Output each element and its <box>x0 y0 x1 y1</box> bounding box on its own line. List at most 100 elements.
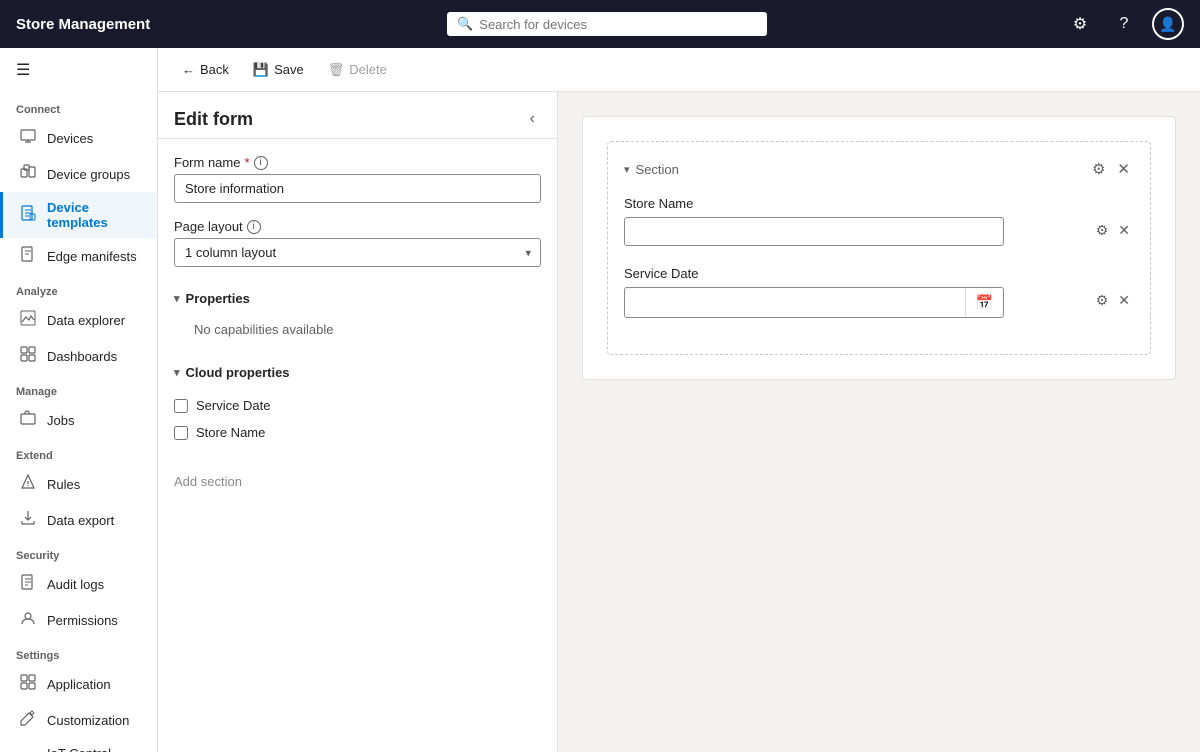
avatar[interactable]: 👤 <box>1152 8 1184 40</box>
help-icon-button[interactable]: ? <box>1108 8 1140 40</box>
device-templates-icon <box>19 205 37 225</box>
edit-form-header: Edit form ‹ <box>158 92 557 139</box>
topbar-actions: ⚙ ? 👤 <box>1064 8 1184 40</box>
devices-icon <box>19 128 37 148</box>
store-name-settings-button[interactable]: ⚙ <box>1092 220 1113 241</box>
app-title: Store Management <box>16 16 150 33</box>
content-area: Edit form ‹ Form name * i <box>158 92 1200 752</box>
service-date-field-label: Service Date <box>624 266 1080 281</box>
service-date-settings-button[interactable]: ⚙ <box>1092 290 1113 311</box>
checkbox-service-date: Service Date <box>174 392 541 419</box>
sidebar-item-data-explorer[interactable]: Data explorer <box>0 302 157 338</box>
page-layout-select[interactable]: 1 column layout 2 column layout <box>174 238 541 267</box>
sidebar-label-customization: Customization <box>47 713 129 728</box>
sidebar-item-iot-central-home[interactable]: IoT Central Home <box>0 738 157 752</box>
page-layout-label-text: Page layout <box>174 219 243 234</box>
sidebar-label-jobs: Jobs <box>47 413 74 428</box>
data-export-icon <box>19 510 37 530</box>
settings-icon-button[interactable]: ⚙ <box>1064 8 1096 40</box>
page-layout-label: Page layout i <box>174 219 541 234</box>
edit-form-panel: Edit form ‹ Form name * i <box>158 92 558 752</box>
section-block: ▾ Section ⚙ ✕ Store Name <box>607 141 1151 355</box>
delete-button[interactable]: 🗑 Delete <box>320 58 395 82</box>
search-box: 🔍 <box>447 12 767 36</box>
sidebar-section-settings: Settings <box>0 638 157 666</box>
properties-content: No capabilities available <box>174 314 541 349</box>
hamburger-menu[interactable]: ☰ <box>0 48 157 92</box>
jobs-icon <box>19 410 37 430</box>
sidebar-label-permissions: Permissions <box>47 613 118 628</box>
store-name-remove-button[interactable]: ✕ <box>1114 220 1134 241</box>
sidebar-item-device-groups[interactable]: Device groups <box>0 156 157 192</box>
back-label: Back <box>200 62 229 77</box>
sidebar-item-device-templates[interactable]: Device templates <box>0 192 157 238</box>
sidebar-section-security: Security <box>0 538 157 566</box>
search-icon: 🔍 <box>457 16 473 32</box>
close-panel-button[interactable]: ‹ <box>524 108 541 130</box>
service-date-checkbox[interactable] <box>174 399 188 413</box>
calendar-icon-button[interactable]: 📅 <box>965 288 1003 317</box>
page-layout-select-wrapper: 1 column layout 2 column layout ▾ <box>174 238 541 267</box>
service-date-field-content: Service Date 📅 <box>624 266 1080 318</box>
sidebar-section-connect: Connect <box>0 92 157 120</box>
form-name-label-text: Form name <box>174 155 240 170</box>
search-area: 🔍 <box>150 12 1064 36</box>
section-label-text: Section <box>636 162 679 177</box>
section-actions: ⚙ ✕ <box>1088 158 1134 180</box>
properties-header[interactable]: ▾ Properties <box>174 283 541 314</box>
toolbar: ← Back 💾 Save 🗑 Delete <box>158 48 1200 92</box>
sidebar-label-edge-manifests: Edge manifests <box>47 249 137 264</box>
search-input[interactable] <box>479 17 757 32</box>
sidebar-item-customization[interactable]: Customization <box>0 702 157 738</box>
sidebar-item-devices[interactable]: Devices <box>0 120 157 156</box>
service-date-remove-button[interactable]: ✕ <box>1114 290 1134 311</box>
edge-manifests-icon <box>19 246 37 266</box>
section-settings-button[interactable]: ⚙ <box>1088 158 1109 180</box>
topbar: Store Management 🔍 ⚙ ? 👤 <box>0 0 1200 48</box>
delete-label: Delete <box>349 62 387 77</box>
save-button[interactable]: 💾 Save <box>245 58 312 82</box>
store-name-field-input[interactable] <box>624 217 1004 246</box>
service-date-field-actions: ⚙ ✕ <box>1092 266 1134 311</box>
page-layout-info-icon[interactable]: i <box>247 220 261 234</box>
sidebar-item-edge-manifests[interactable]: Edge manifests <box>0 238 157 274</box>
section-header: ▾ Section ⚙ ✕ <box>624 158 1134 180</box>
store-name-label[interactable]: Store Name <box>196 425 265 440</box>
save-icon: 💾 <box>253 62 269 78</box>
cloud-properties-label: Cloud properties <box>186 365 290 380</box>
sidebar-item-audit-logs[interactable]: Audit logs <box>0 566 157 602</box>
cloud-properties-content: Service Date Store Name <box>174 388 541 450</box>
form-name-info-icon[interactable]: i <box>254 156 268 170</box>
sidebar-label-application: Application <box>47 677 111 692</box>
sidebar-item-dashboards[interactable]: Dashboards <box>0 338 157 374</box>
store-name-checkbox[interactable] <box>174 426 188 440</box>
cloud-properties-header[interactable]: ▾ Cloud properties <box>174 357 541 388</box>
section-close-button[interactable]: ✕ <box>1113 158 1134 180</box>
sidebar-item-rules[interactable]: Rules <box>0 466 157 502</box>
service-date-label[interactable]: Service Date <box>196 398 270 413</box>
form-name-input[interactable] <box>174 174 541 203</box>
service-date-field-input[interactable] <box>625 289 965 316</box>
cloud-properties-section: ▾ Cloud properties Service Date Store Na… <box>174 357 541 450</box>
properties-toggle-icon: ▾ <box>174 292 180 305</box>
sidebar-label-dashboards: Dashboards <box>47 349 117 364</box>
store-name-field-label: Store Name <box>624 196 1080 211</box>
main-layout: ☰ Connect Devices Device groups Device t… <box>0 48 1200 752</box>
form-name-group: Form name * i <box>174 155 541 203</box>
device-groups-icon <box>19 164 37 184</box>
properties-section: ▾ Properties No capabilities available <box>174 283 541 349</box>
section-label: ▾ Section <box>624 162 679 177</box>
sidebar-label-device-templates: Device templates <box>47 200 141 230</box>
sidebar-item-application[interactable]: Application <box>0 666 157 702</box>
application-icon <box>19 674 37 694</box>
sidebar-item-jobs[interactable]: Jobs <box>0 402 157 438</box>
sidebar-label-audit-logs: Audit logs <box>47 577 104 592</box>
sidebar-item-permissions[interactable]: Permissions <box>0 602 157 638</box>
add-section-button[interactable]: Add section <box>174 466 242 497</box>
sidebar-item-data-export[interactable]: Data export <box>0 502 157 538</box>
back-button[interactable]: ← Back <box>174 58 237 81</box>
sidebar-label-data-explorer: Data explorer <box>47 313 125 328</box>
sidebar-label-data-export: Data export <box>47 513 114 528</box>
add-section-label: Add section <box>174 474 242 489</box>
store-name-field-content: Store Name <box>624 196 1080 246</box>
